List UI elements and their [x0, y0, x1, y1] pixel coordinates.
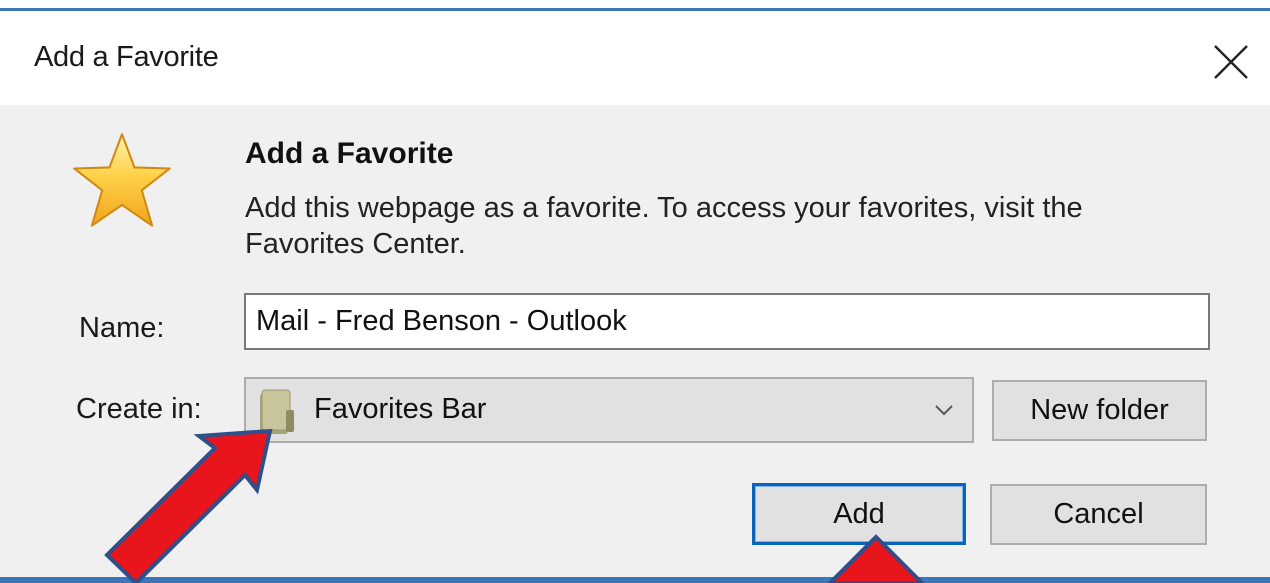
- dialog-description: Add this webpage as a favorite. To acces…: [245, 192, 1083, 260]
- new-folder-button[interactable]: New folder: [992, 380, 1207, 441]
- create-in-value: Favorites Bar: [314, 393, 487, 425]
- title-bar: Add a Favorite: [0, 11, 1270, 105]
- dialog-heading: Add a Favorite: [245, 137, 454, 170]
- create-in-dropdown[interactable]: Favorites Bar: [244, 377, 974, 443]
- cancel-button[interactable]: Cancel: [990, 484, 1207, 545]
- name-label: Name:: [79, 312, 165, 344]
- add-button[interactable]: Add: [752, 483, 966, 545]
- window-bottom-border: [0, 577, 1270, 583]
- close-button[interactable]: [1210, 41, 1252, 83]
- star-icon: [73, 133, 171, 227]
- chevron-down-icon: [935, 405, 953, 416]
- name-input[interactable]: [244, 293, 1210, 350]
- window-title: Add a Favorite: [34, 41, 219, 73]
- create-in-label: Create in:: [76, 393, 202, 425]
- folder-icon: [260, 389, 294, 434]
- close-icon: [1214, 45, 1248, 79]
